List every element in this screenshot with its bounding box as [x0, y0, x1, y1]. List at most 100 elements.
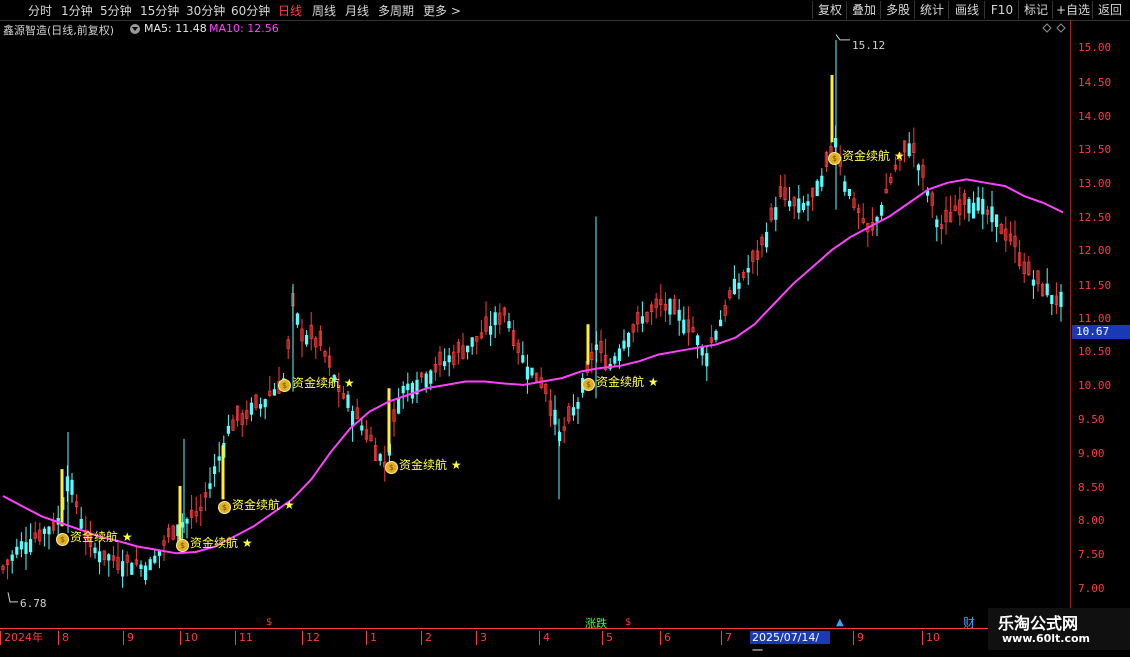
candle-body: [682, 319, 686, 334]
money-bag-icon: $: [828, 152, 841, 165]
candle-body: [995, 214, 999, 227]
price-tick: 8.50: [1078, 481, 1105, 494]
candle-body: [815, 180, 819, 197]
price-tick: 7.50: [1078, 548, 1105, 561]
candle-body: [525, 366, 530, 380]
candle-body: [907, 143, 911, 157]
axis-separator: [1070, 20, 1071, 628]
current-price-badge: 10.67: [1072, 325, 1130, 339]
money-bag-icon: $: [218, 501, 231, 514]
money-bag-icon: $: [582, 378, 595, 391]
candle-body: [677, 309, 681, 321]
signal-bar: [221, 445, 225, 500]
date-axis: 2024年 8 9 10 11 12 1 2 3 4 5 6 7 2025/07…: [0, 628, 1130, 657]
date-tick: 12: [302, 631, 320, 645]
candle-body: [360, 425, 364, 431]
candle-body: [272, 389, 277, 396]
money-bag-icon: $: [56, 533, 69, 546]
candle-body: [935, 219, 939, 228]
signal-annotation: $ 资金续航 ★: [828, 147, 905, 165]
add-watchlist-button[interactable]: +自选: [1052, 1, 1093, 19]
candle-body: [410, 382, 415, 399]
candle-body: [19, 541, 24, 550]
period-tab-30min[interactable]: 30分钟: [186, 2, 225, 19]
candle-body: [530, 367, 534, 376]
date-tick: 10: [922, 631, 940, 645]
date-tick: 10: [180, 631, 198, 645]
period-tab-15min[interactable]: 15分钟: [140, 2, 179, 19]
candle-body: [875, 216, 879, 222]
candle-body: [442, 361, 447, 367]
draw-line-button[interactable]: 画线: [948, 1, 985, 19]
candle-body: [465, 345, 470, 353]
date-tick: 1: [366, 631, 377, 645]
period-tab-5min[interactable]: 5分钟: [100, 2, 132, 19]
candle-body: [263, 399, 267, 408]
back-button[interactable]: 返回: [1092, 1, 1127, 19]
date-tick: 11: [235, 631, 253, 645]
price-tick: 14.00: [1078, 110, 1112, 123]
price-tick: 15.00: [1078, 41, 1112, 54]
price-tick: 11.50: [1078, 279, 1112, 292]
candle-body: [797, 198, 801, 213]
multi-stock-button[interactable]: 多股: [880, 1, 915, 19]
signal-annotation: $ 资金续航 ★: [56, 528, 133, 546]
candle-body: [737, 282, 741, 289]
f10-button[interactable]: F10: [984, 1, 1019, 19]
candle-body: [107, 554, 111, 561]
candle-body: [801, 202, 806, 211]
candle-body: [185, 518, 189, 524]
period-tab-multi[interactable]: 多周期: [378, 2, 414, 19]
candle-body: [10, 554, 14, 561]
candle-body: [719, 319, 723, 327]
candle-body: [346, 394, 350, 408]
low-price-label: 6.78: [20, 597, 47, 610]
period-tab-daily[interactable]: 日线: [278, 2, 302, 19]
candlestick-chart[interactable]: [0, 20, 1070, 628]
price-tick: 8.00: [1078, 514, 1105, 527]
candle-body: [447, 355, 451, 363]
period-tab-more[interactable]: 更多 >: [423, 2, 461, 19]
fuquan-button[interactable]: 复权: [812, 1, 847, 19]
period-tab-monthly[interactable]: 月线: [345, 2, 369, 19]
date-tick: 3: [476, 631, 487, 645]
money-bag-icon: $: [385, 461, 398, 474]
candle-body: [424, 373, 428, 388]
money-bag-icon: $: [278, 379, 291, 392]
candle-body: [806, 201, 810, 206]
price-tick: 10.00: [1078, 379, 1112, 392]
candle-body: [700, 347, 704, 356]
overlay-button[interactable]: 叠加: [846, 1, 881, 19]
date-tick: 9: [853, 631, 864, 645]
price-tick: 14.50: [1078, 76, 1112, 89]
candle-body: [93, 547, 97, 554]
mark-button[interactable]: 标记: [1018, 1, 1053, 19]
period-tab-fenshi[interactable]: 分时: [28, 2, 52, 19]
triangle-marker-icon: ▲: [836, 617, 844, 628]
signal-annotation: $ 资金续航 ★: [218, 496, 295, 514]
candle-body: [28, 539, 33, 553]
price-tick: 10.50: [1078, 345, 1112, 358]
candle-body: [24, 542, 28, 554]
candle-body: [79, 519, 83, 529]
candle-body: [130, 562, 134, 575]
candle-body: [521, 355, 525, 363]
period-tab-1min[interactable]: 1分钟: [61, 2, 93, 19]
period-tab-weekly[interactable]: 周线: [312, 2, 336, 19]
candle-body: [15, 546, 19, 555]
signal-bar: [830, 74, 834, 143]
candle-body: [880, 204, 884, 216]
candle-body: [507, 321, 511, 329]
watermark-url: www.60lt.com: [1002, 632, 1091, 645]
price-tick: 11.00: [1078, 312, 1112, 325]
date-tick: 8: [58, 631, 69, 645]
candle-body: [613, 356, 617, 364]
candle-body: [774, 207, 778, 220]
period-tab-60min[interactable]: 60分钟: [231, 2, 270, 19]
signal-annotation: $ 资金续航 ★: [278, 374, 355, 392]
candle-body: [732, 278, 737, 295]
signal-annotation: $ 资金续航 ★: [385, 456, 462, 474]
candle-body: [493, 312, 497, 326]
price-tick: 9.00: [1078, 447, 1105, 460]
statistics-button[interactable]: 统计: [914, 1, 949, 19]
